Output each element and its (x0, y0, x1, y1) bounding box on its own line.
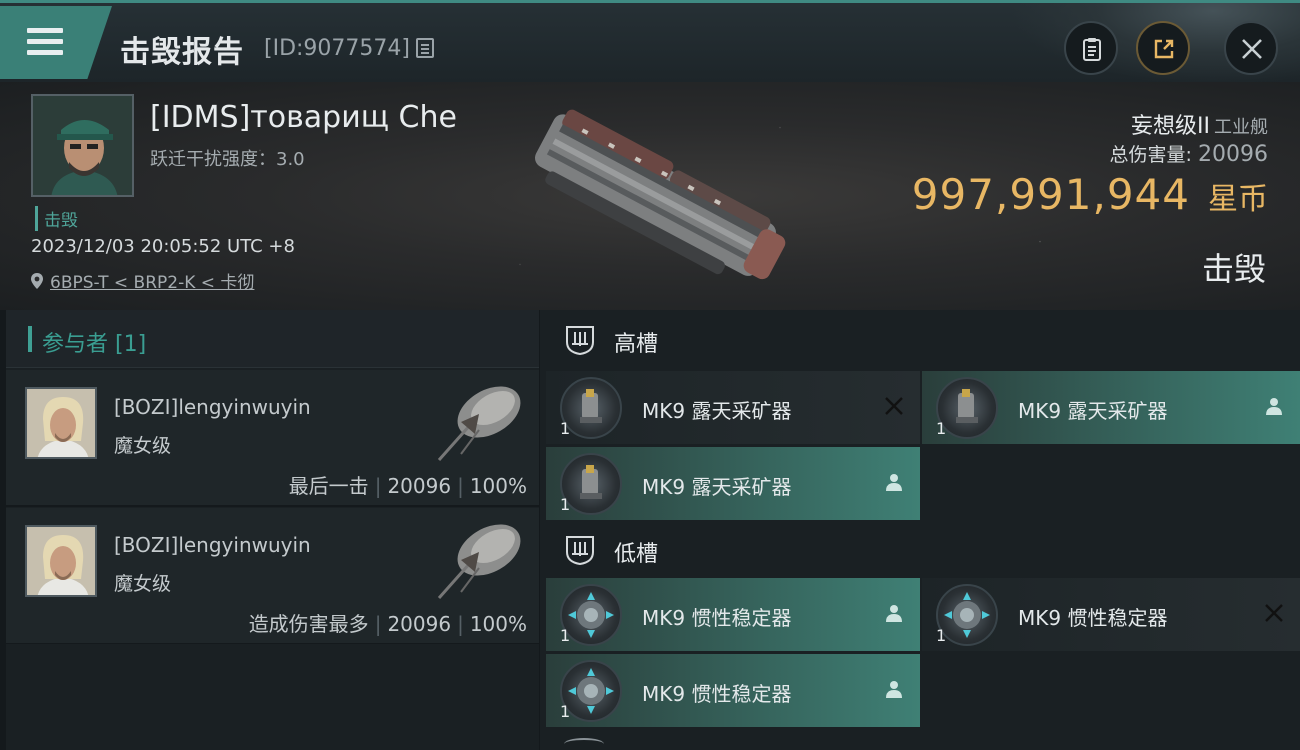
attacker-row[interactable]: [BOZI]lengyinwuyin 魔女级 造成伤害最多 | 20096 | 100% (6, 508, 539, 645)
next-section-icon (564, 738, 604, 750)
module-name: MK9 露天采矿器 (642, 475, 792, 499)
attacker-stats: 最后一击 | 20096 | 100% (288, 474, 527, 498)
menu-button[interactable] (0, 6, 112, 79)
person-icon (1266, 398, 1282, 415)
attacker-ship-image[interactable] (431, 512, 531, 604)
module-name: MK9 露天采矿器 (1018, 399, 1168, 423)
top-bar: 击毁报告 [ID:9077574] (0, 0, 1300, 85)
module-qty: 1 (560, 419, 571, 438)
attacker-tag: 最后一击 (288, 474, 369, 498)
result-label: 击毁 (1201, 250, 1266, 288)
isk-amount: 997,991,944 (911, 170, 1190, 219)
attacker-damage: 20096 (387, 474, 452, 498)
victim-avatar[interactable] (31, 94, 134, 197)
close-button[interactable] (1224, 21, 1278, 75)
victim-header: [IDMS]товарищ Che 跃迁干扰强度：3.0 击毁 2023/12/… (0, 82, 1300, 310)
module-name: MK9 惯性稳定器 (642, 606, 792, 630)
module-item[interactable]: 1 MK9 惯性稳定器 (922, 578, 1300, 651)
module-qty: 1 (936, 419, 947, 438)
module-item[interactable]: 1 MK9 露天采矿器 (922, 371, 1300, 444)
high-slot-header: 高槽 (540, 310, 1300, 370)
attacker-percent: 100% (469, 474, 527, 498)
fitting-panel: 高槽 1 MK9 露天采矿器 1 MK9 露天采矿器 1 MK9 露天采矿器 低… (540, 310, 1300, 750)
total-damage: 总伤害量: 20096 (1110, 140, 1268, 167)
share-icon (1154, 39, 1174, 59)
low-slot-label: 低槽 (614, 542, 659, 567)
module-item[interactable]: 1 MK9 露天采矿器 (546, 447, 920, 520)
clipboard-icon (1083, 38, 1101, 61)
attacker-name[interactable]: [BOZI]lengyinwuyin (114, 533, 311, 557)
ship-class-name: 妄想级II (1131, 114, 1210, 139)
ship-type: 工业舰 (1214, 117, 1268, 138)
attacker-name[interactable]: [BOZI]lengyinwuyin (114, 395, 311, 419)
location-pin-icon (31, 273, 43, 289)
attacker-ship: 魔女级 (114, 435, 172, 457)
low-slot-icon (566, 536, 594, 566)
close-icon (1242, 39, 1262, 59)
participants-header: 参与者 [1] (6, 310, 539, 368)
attacker-avatar[interactable] (25, 387, 97, 459)
attacker-row[interactable]: [BOZI]lengyinwuyin 魔女级 最后一击 | 20096 | 100% (6, 370, 539, 507)
person-icon (886, 605, 902, 622)
attacker-stats: 造成伤害最多 | 20096 | 100% (248, 612, 527, 636)
attacker-ship-image[interactable] (431, 374, 531, 466)
total-damage-label: 总伤害量: (1109, 144, 1192, 166)
report-id: [ID:9077574] (264, 36, 410, 61)
module-name: MK9 露天采矿器 (642, 399, 792, 423)
module-qty: 1 (560, 702, 571, 721)
high-slot-label: 高槽 (614, 332, 659, 357)
person-icon (886, 681, 902, 698)
warp-disruption-label: 跃迁干扰强度：3.0 (150, 149, 305, 170)
share-button[interactable] (1136, 21, 1190, 75)
module-qty: 1 (560, 626, 571, 645)
module-item[interactable]: 1 MK9 惯性稳定器 (546, 654, 920, 727)
module-qty: 1 (936, 626, 947, 645)
attacker-avatar[interactable] (25, 525, 97, 597)
module-qty: 1 (560, 495, 571, 514)
victim-name[interactable]: [IDMS]товарищ Che (150, 100, 457, 135)
total-damage-value: 20096 (1198, 142, 1268, 167)
kill-location[interactable]: 6BPS-T < BRP2-K < 卡彻 (30, 268, 254, 293)
high-slot-icon (566, 326, 594, 356)
close-icon (1265, 604, 1283, 622)
close-icon (885, 397, 903, 415)
isk-value: 997,991,944 星币 (912, 170, 1268, 219)
location-link[interactable]: 6BPS-T < BRP2-K < 卡彻 (50, 273, 254, 293)
page-title: 击毁报告 (120, 35, 244, 70)
kill-datetime: 2023/12/03 20:05:52 UTC +8 (31, 236, 295, 257)
participants-title: 参与者 [1] (42, 332, 147, 357)
attacker-damage: 20096 (387, 612, 452, 636)
ship-class: 妄想级II 工业舰 (1131, 108, 1268, 140)
clipboard-button[interactable] (1064, 21, 1118, 75)
module-item[interactable]: 1 MK9 惯性稳定器 (546, 578, 920, 651)
hamburger-icon (27, 28, 63, 56)
status-tag: 击毁 (35, 206, 78, 231)
attacker-ship: 魔女级 (114, 573, 172, 595)
module-name: MK9 惯性稳定器 (1018, 606, 1168, 630)
module-name: MK9 惯性稳定器 (642, 682, 792, 706)
person-icon (886, 474, 902, 491)
isk-unit: 星币 (1208, 182, 1268, 217)
participants-panel: 参与者 [1] [BOZI]lengyinwuyin 魔女级 最后一击 | 2009… (6, 310, 539, 750)
attacker-tag: 造成伤害最多 (248, 612, 369, 636)
victim-ship-image[interactable] (510, 96, 800, 296)
low-slot-header: 低槽 (540, 520, 1300, 580)
module-item[interactable]: 1 MK9 露天采矿器 (546, 371, 920, 444)
copy-icon[interactable] (416, 38, 434, 58)
attacker-percent: 100% (469, 612, 527, 636)
